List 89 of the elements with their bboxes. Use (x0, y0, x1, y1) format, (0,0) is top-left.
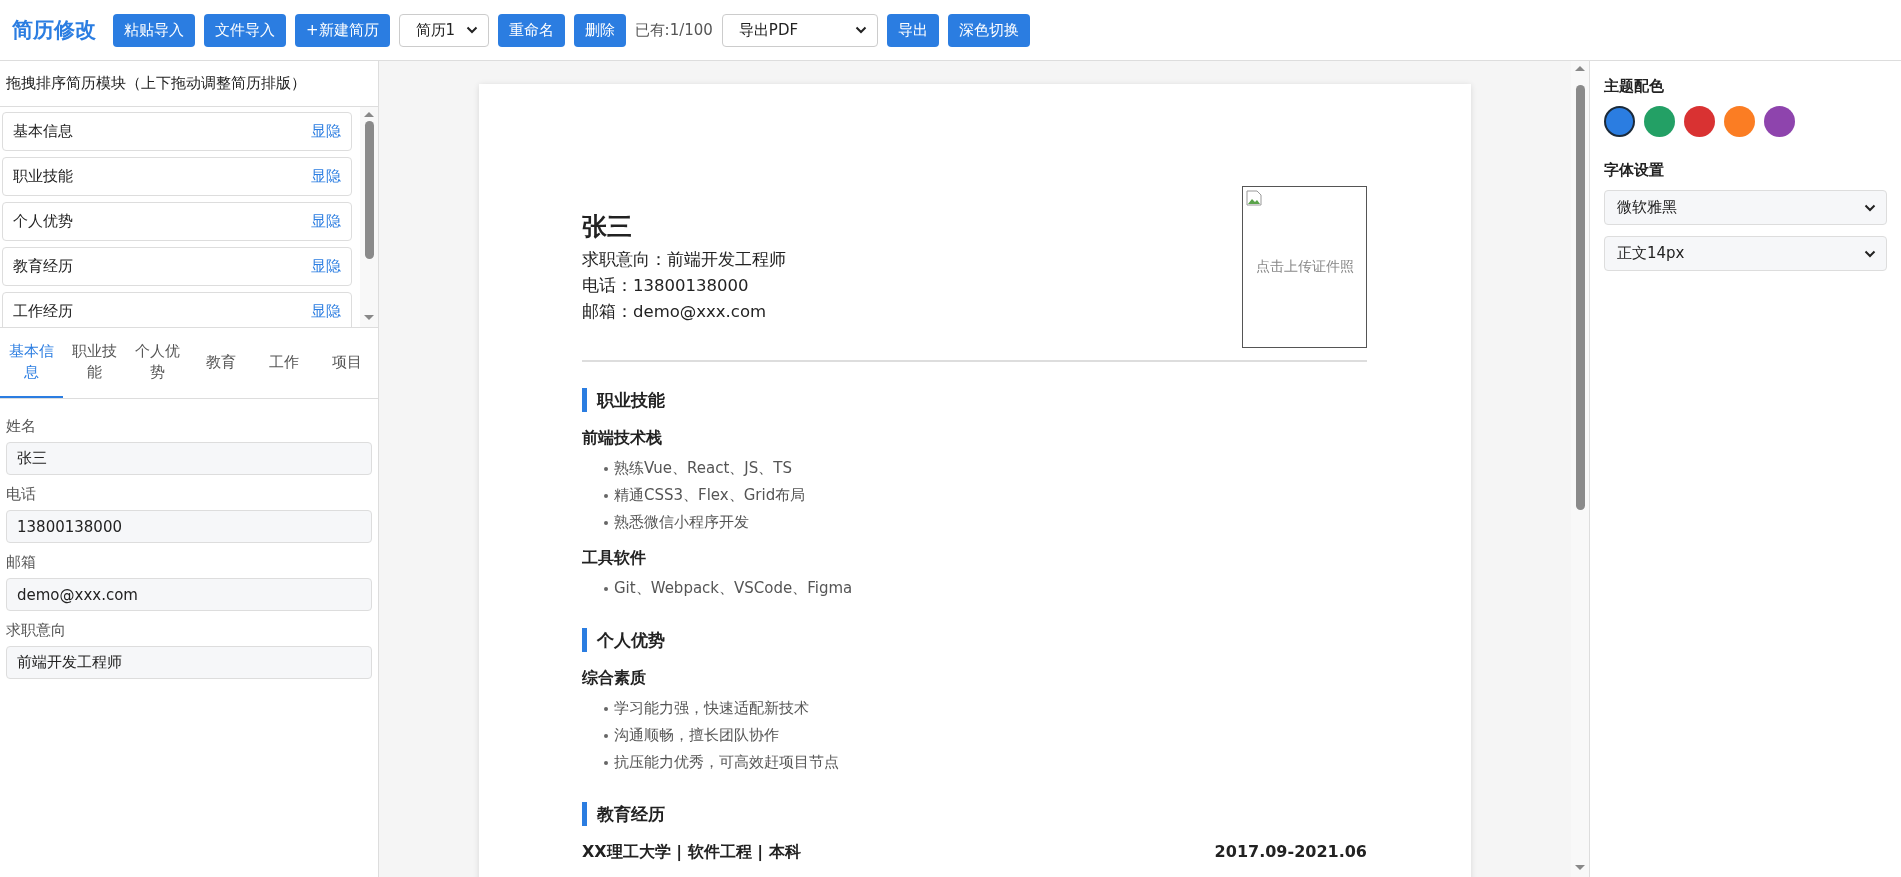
education-period: 2017.09-2021.06 (1214, 842, 1367, 863)
field-label: 电话 (6, 485, 37, 504)
broken-image-icon (1246, 190, 1262, 206)
section-title: 教育经历 (582, 802, 1367, 826)
chevron-down-icon (465, 26, 478, 34)
visibility-toggle-link[interactable]: 显隐 (311, 167, 341, 186)
visibility-toggle-link[interactable]: 显隐 (311, 257, 341, 276)
skill-item: 沟通顺畅，擅长团队协作 (614, 725, 779, 746)
contact-line: 电话：13800138000 (582, 274, 750, 297)
field-label: 姓名 (6, 417, 37, 436)
bullet-icon (604, 586, 608, 591)
chevron-down-icon (1864, 249, 1876, 258)
input-field[interactable]: 前端开发工程师 (6, 646, 372, 679)
skill-item: Git、Webpack、VSCode、Figma (614, 578, 853, 599)
field-label: 求职意向 (6, 621, 67, 640)
scrollbar[interactable] (360, 107, 378, 327)
bullet-icon (604, 520, 608, 525)
module-item[interactable]: 工作经历 显隐 (2, 292, 352, 327)
scroll-down-arrow-icon[interactable] (1575, 865, 1585, 871)
dropdown[interactable]: 正文14px (1604, 236, 1887, 271)
font-settings-heading: 字体设置 (1604, 161, 1665, 180)
module-item[interactable]: 教育经历 显隐 (2, 247, 352, 286)
dropdown[interactable]: 微软雅黑 (1604, 190, 1887, 225)
visibility-toggle-link[interactable]: 显隐 (311, 122, 341, 141)
toolbar-button[interactable]: 重命名 (497, 13, 565, 47)
scroll-up-arrow-icon[interactable] (1575, 65, 1585, 71)
editor-tab[interactable]: 个人优势 (126, 328, 189, 398)
toolbar-button[interactable]: 粘贴导入 (113, 13, 195, 47)
resume-count: 已有:1/100 (634, 20, 713, 40)
color-swatch[interactable] (1684, 106, 1715, 137)
toolbar-button[interactable]: +新建简历 (295, 13, 390, 47)
scroll-down-arrow-icon[interactable] (364, 315, 374, 321)
toolbar-button[interactable]: 深色切换 (947, 13, 1030, 47)
color-swatch[interactable] (1724, 106, 1755, 137)
education-title: XX理工大学 | 软件工程 | 本科 (582, 842, 801, 863)
module-item[interactable]: 个人优势 显隐 (2, 202, 352, 241)
photo-upload-box[interactable]: 点击上传证件照 (1242, 186, 1367, 348)
editor-tab[interactable]: 教育 (189, 328, 252, 398)
contact-line: 求职意向：前端开发工程师 (582, 248, 786, 271)
bullet-icon (604, 733, 608, 738)
module-item[interactable]: 基本信息 显隐 (2, 112, 352, 151)
section-title: 职业技能 (582, 388, 1367, 412)
resume-name: 张三 (582, 210, 633, 243)
chevron-down-icon (1864, 203, 1876, 212)
input-field[interactable]: 张三 (6, 442, 372, 475)
toolbar-button[interactable]: 删除 (573, 13, 626, 47)
color-swatch[interactable] (1644, 106, 1675, 137)
theme-color-heading: 主题配色 (1604, 77, 1665, 96)
bullet-icon (604, 493, 608, 498)
toolbar-button[interactable]: 文件导入 (204, 13, 286, 47)
editor-tab[interactable]: 基本信息 (0, 328, 63, 398)
module-name: 职业技能 (13, 167, 73, 186)
toolbar-button[interactable]: 导出 (886, 13, 939, 47)
visibility-toggle-link[interactable]: 显隐 (311, 302, 341, 321)
app-title: 简历修改 (12, 17, 96, 44)
input-field[interactable]: demo@xxx.com (6, 578, 372, 611)
color-swatch[interactable] (1764, 106, 1795, 137)
group-title: 工具软件 (582, 548, 647, 569)
field-label: 邮箱 (6, 553, 37, 572)
skill-item: 精通CSS3、Flex、Grid布局 (614, 485, 806, 506)
editor-tab[interactable]: 职业技能 (63, 328, 126, 398)
contact-line: 邮箱：demo@xxx.com (582, 300, 768, 323)
section-title: 个人优势 (582, 628, 1367, 652)
group-title: 前端技术栈 (582, 428, 663, 449)
chevron-down-icon (854, 26, 867, 34)
bullet-icon (604, 706, 608, 711)
module-name: 基本信息 (13, 122, 73, 141)
bullet-icon (604, 760, 608, 765)
scrollbar-thumb[interactable] (365, 121, 374, 259)
editor-tab[interactable]: 项目 (315, 328, 378, 398)
skill-item: 抗压能力优秀，可高效赶项目节点 (614, 752, 839, 773)
input-field[interactable]: 13800138000 (6, 510, 372, 543)
group-title: 综合素质 (582, 668, 647, 689)
dropdown[interactable]: 简历1 (398, 13, 489, 47)
module-item[interactable]: 职业技能 显隐 (2, 157, 352, 196)
module-name: 工作经历 (13, 302, 73, 321)
skill-item: 熟悉微信小程序开发 (614, 512, 749, 533)
color-swatch[interactable] (1604, 106, 1635, 137)
editor-tab[interactable]: 工作 (252, 328, 315, 398)
dropdown[interactable]: 导出PDF (721, 13, 878, 47)
module-name: 教育经历 (13, 257, 73, 276)
skill-item: 熟练Vue、React、JS、TS (614, 458, 792, 479)
scrollbar-thumb[interactable] (1576, 85, 1585, 510)
visibility-toggle-link[interactable]: 显隐 (311, 212, 341, 231)
bullet-icon (604, 466, 608, 471)
module-list-heading: 拖拽排序简历模块（上下拖动调整简历排版） (0, 61, 378, 107)
scroll-up-arrow-icon[interactable] (364, 111, 374, 117)
module-name: 个人优势 (13, 212, 73, 231)
skill-item: 学习能力强，快速适配新技术 (614, 698, 809, 719)
